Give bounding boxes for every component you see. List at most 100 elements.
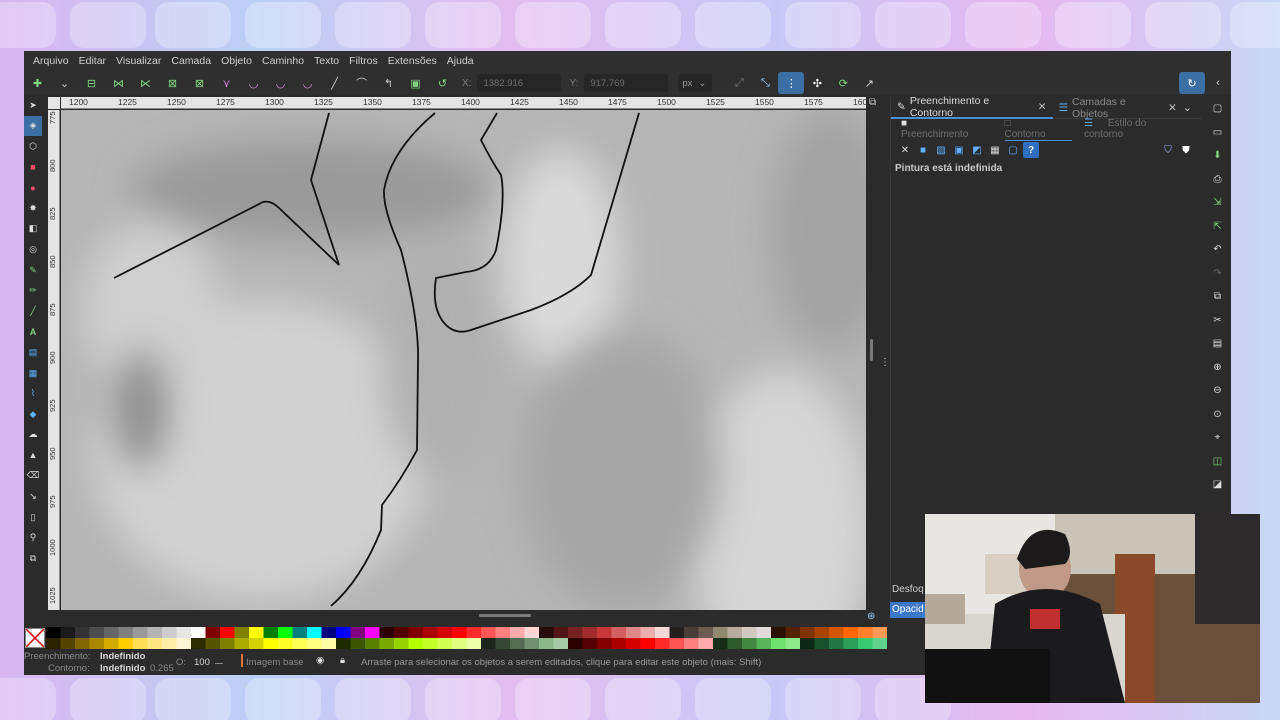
zoom-selection-icon[interactable]: ⊕ <box>1204 356 1231 380</box>
menu-ajuda[interactable]: Ajuda <box>442 55 479 67</box>
dropper-tool-icon[interactable]: ⌇ <box>24 383 42 404</box>
color-swatch[interactable] <box>669 627 685 638</box>
subtab-stroke-style[interactable]: ☰ Estilo do contorno <box>1084 118 1190 140</box>
color-swatch[interactable] <box>829 638 844 649</box>
text-tool-icon[interactable]: A <box>24 322 42 343</box>
stroke-to-path-icon[interactable]: ↺ <box>429 72 456 94</box>
show-clip-icon[interactable]: ⤢ <box>726 72 752 94</box>
color-swatch[interactable] <box>220 638 235 649</box>
pages-tool-icon[interactable]: ▯ <box>24 507 42 528</box>
chevron-down-icon[interactable]: ⌄ <box>1183 101 1202 114</box>
lpe-icon[interactable]: ↰ <box>375 72 402 94</box>
color-swatch[interactable] <box>162 638 177 649</box>
color-swatch[interactable] <box>814 627 830 638</box>
subtab-fill[interactable]: ■ Preenchimento <box>901 118 993 140</box>
bezier-tool-icon[interactable]: ✎ <box>24 260 42 281</box>
color-swatch[interactable] <box>640 638 656 649</box>
color-swatch[interactable] <box>205 638 221 649</box>
color-swatch[interactable] <box>278 638 293 649</box>
new-document-icon[interactable]: ▢ <box>1204 97 1231 121</box>
color-swatch[interactable] <box>698 638 714 649</box>
current-layer[interactable]: Imagem base <box>246 657 304 668</box>
layer-lock-icon[interactable]: 🔒︎ <box>340 655 345 666</box>
transform-handles-icon[interactable]: ✣ <box>804 72 830 94</box>
swatch-icon[interactable]: ▢ <box>1005 142 1021 158</box>
linear-gradient-icon[interactable]: ▧ <box>933 142 949 158</box>
zoom-corner-icon[interactable]: ⊛ <box>867 611 875 622</box>
flat-color-icon[interactable]: ■ <box>915 142 931 158</box>
gradient-tool-icon[interactable]: ▤ <box>24 342 42 363</box>
pattern-icon[interactable]: ▦ <box>987 142 1003 158</box>
color-swatch[interactable] <box>858 638 873 649</box>
color-swatch[interactable] <box>713 627 728 638</box>
color-swatch[interactable] <box>640 627 656 638</box>
color-swatch[interactable] <box>336 638 351 649</box>
color-swatch[interactable] <box>771 638 786 649</box>
curve-segment-icon[interactable]: ⌒ <box>348 72 375 94</box>
color-swatch[interactable] <box>278 627 293 638</box>
color-swatch[interactable] <box>727 627 743 638</box>
color-swatch[interactable] <box>727 638 743 649</box>
color-swatch[interactable] <box>872 627 888 638</box>
pencil-tool-icon[interactable]: ✏ <box>24 280 42 301</box>
palette-swatches[interactable] <box>46 627 936 649</box>
mesh-gradient-icon[interactable]: ◩ <box>969 142 985 158</box>
y-coord-input[interactable]: 917.769 <box>584 74 669 92</box>
color-swatch[interactable] <box>423 638 438 649</box>
vertical-ruler[interactable]: 775 800 825 850 875 900 925 950 975 1000… <box>48 110 60 610</box>
color-swatch[interactable] <box>350 627 366 638</box>
color-swatch[interactable] <box>756 638 772 649</box>
color-swatch[interactable] <box>742 627 757 638</box>
unset-paint-icon[interactable]: ? <box>1023 142 1039 158</box>
color-swatch[interactable] <box>408 638 424 649</box>
color-swatch[interactable] <box>133 638 148 649</box>
color-swatch[interactable] <box>669 638 685 649</box>
color-swatch[interactable] <box>292 638 308 649</box>
zoom-drawing-icon[interactable]: ⊖ <box>1204 379 1231 403</box>
color-swatch[interactable] <box>872 638 888 649</box>
star-tool-icon[interactable]: ✸ <box>24 198 42 219</box>
color-swatch[interactable] <box>466 638 482 649</box>
color-swatch[interactable] <box>597 638 612 649</box>
symmetric-node-icon[interactable]: ◡ <box>267 72 294 94</box>
subtab-stroke[interactable]: □ Contorno <box>1004 118 1073 141</box>
menu-arquivo[interactable]: Arquivo <box>28 55 74 67</box>
color-swatch[interactable] <box>394 638 409 649</box>
spiral-tool-icon[interactable]: ◎ <box>24 239 42 260</box>
menu-texto[interactable]: Texto <box>309 55 344 67</box>
color-swatch[interactable] <box>321 627 337 638</box>
color-swatch[interactable] <box>336 627 351 638</box>
color-swatch[interactable] <box>843 638 859 649</box>
color-swatch[interactable] <box>147 627 163 638</box>
join-nodes-icon[interactable]: ⋈ <box>105 72 132 94</box>
join-segment-icon[interactable]: ⊠ <box>159 72 186 94</box>
color-swatch[interactable] <box>771 627 786 638</box>
print-icon[interactable]: ⎙ <box>1204 168 1231 192</box>
clone-icon[interactable]: ◪ <box>1204 473 1231 497</box>
menu-filtros[interactable]: Filtros <box>344 55 383 67</box>
color-swatch[interactable] <box>568 638 583 649</box>
node-tool-icon[interactable]: ◈ <box>24 115 42 137</box>
object-to-path-icon[interactable]: ▣ <box>402 72 429 94</box>
measure-tool-icon[interactable]: ⧉ <box>24 548 42 569</box>
color-swatch[interactable] <box>698 627 714 638</box>
color-swatch[interactable] <box>307 638 322 649</box>
color-swatch[interactable] <box>843 627 859 638</box>
color-swatch[interactable] <box>118 627 134 638</box>
color-swatch[interactable] <box>365 638 380 649</box>
color-swatch[interactable] <box>524 627 540 638</box>
horizontal-ruler[interactable]: 1200 1225 1250 1275 1300 1325 1350 1375 … <box>61 97 866 109</box>
color-swatch[interactable] <box>263 627 279 638</box>
delete-node-icon[interactable]: ⊟ <box>78 72 105 94</box>
color-swatch[interactable] <box>785 627 801 638</box>
color-swatch[interactable] <box>75 627 90 638</box>
color-swatch[interactable] <box>800 627 815 638</box>
menu-editar[interactable]: Editar <box>74 55 111 67</box>
fill-rule-evenodd-icon[interactable]: ⛉ <box>1160 142 1176 158</box>
color-swatch[interactable] <box>176 638 192 649</box>
color-swatch[interactable] <box>626 627 641 638</box>
color-swatch[interactable] <box>234 638 250 649</box>
menu-caminho[interactable]: Caminho <box>257 55 309 67</box>
scrollbar-thumb[interactable] <box>479 614 531 617</box>
close-icon[interactable]: ✕ <box>1038 101 1047 113</box>
